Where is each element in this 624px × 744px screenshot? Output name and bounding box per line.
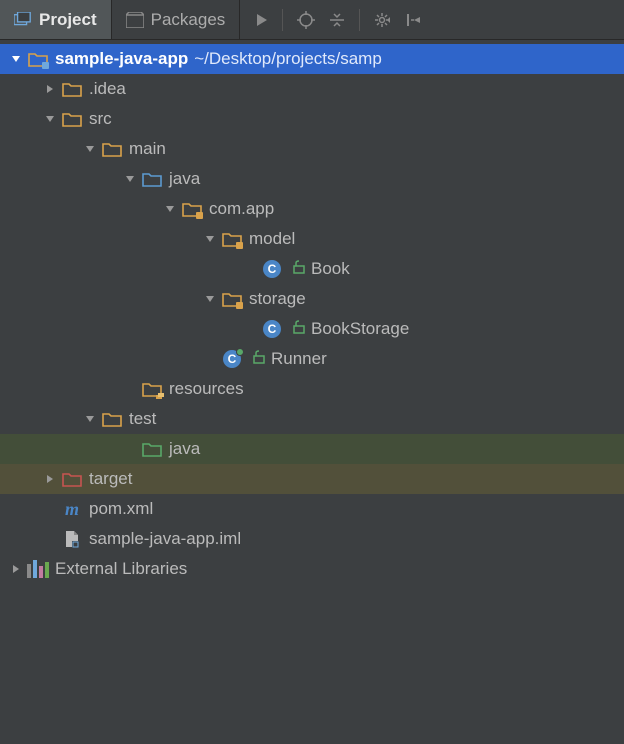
tree-item-target[interactable]: target [0,464,624,494]
tree-item-label: test [129,409,156,429]
class-icon: C [262,260,282,278]
test-folder-icon [142,440,162,458]
toolbar-separator [282,9,283,31]
tab-packages-label: Packages [151,10,226,30]
unlocked-icon [293,319,305,339]
tree-root-label: sample-java-app [55,49,188,69]
expand-arrow-icon[interactable] [82,411,98,427]
tree-item-bookstorage[interactable]: C BookStorage [0,314,624,344]
package-icon [182,200,202,218]
expand-arrow-icon[interactable] [202,231,218,247]
resources-folder-icon [142,380,162,398]
folder-icon [102,140,122,158]
tree-item-java-main[interactable]: java [0,164,624,194]
tab-project-label: Project [39,10,97,30]
folder-icon [102,410,122,428]
tree-item-label: Book [311,259,350,279]
expand-arrow-icon[interactable] [42,111,58,127]
tab-project[interactable]: Project [0,0,112,39]
source-folder-icon [142,170,162,188]
tree-item-resources[interactable]: resources [0,374,624,404]
unlocked-icon [293,259,305,279]
tree-item-label: target [89,469,132,489]
folder-icon [62,110,82,128]
tree-item-main[interactable]: main [0,134,624,164]
toolbar-separator [359,9,360,31]
expand-arrow-icon[interactable] [122,171,138,187]
project-tab-icon [14,12,32,28]
tree-item-idea[interactable]: .idea [0,74,624,104]
packages-tab-icon [126,12,144,28]
tree-item-label: Runner [271,349,327,369]
tree-item-book[interactable]: C Book [0,254,624,284]
tree-item-label: com.app [209,199,274,219]
tree-item-iml[interactable]: sample-java-app.iml [0,524,624,554]
tree-item-com-app[interactable]: com.app [0,194,624,224]
class-icon: C [262,320,282,338]
tree-item-pom[interactable]: m pom.xml [0,494,624,524]
file-icon [62,530,82,548]
tree-item-label: pom.xml [89,499,153,519]
expand-arrow-icon[interactable] [202,291,218,307]
maven-icon: m [62,500,82,518]
tree-item-java-test[interactable]: java [0,434,624,464]
runnable-class-icon: C [222,350,242,368]
gear-icon[interactable] [374,11,392,29]
expand-arrow-icon[interactable] [8,561,24,577]
expand-arrow-icon[interactable] [42,81,58,97]
library-icon [28,560,48,578]
folder-icon [62,80,82,98]
hide-icon[interactable] [406,12,422,28]
tree-item-label: External Libraries [55,559,187,579]
tree-item-label: BookStorage [311,319,409,339]
run-button-icon[interactable] [256,13,268,27]
tree-item-label: model [249,229,295,249]
folder-icon [28,50,48,68]
package-icon [222,290,242,308]
tree-item-model[interactable]: model [0,224,624,254]
tree-item-runner[interactable]: C Runner [0,344,624,374]
project-tree: sample-java-app ~/Desktop/projects/samp … [0,40,624,584]
toolbar-actions [240,0,432,39]
tree-root[interactable]: sample-java-app ~/Desktop/projects/samp [0,44,624,74]
tree-item-label: .idea [89,79,126,99]
tree-root-path: ~/Desktop/projects/samp [194,49,382,69]
tab-packages[interactable]: Packages [112,0,241,39]
collapse-icon[interactable] [329,12,345,28]
expand-arrow-icon[interactable] [42,471,58,487]
excluded-folder-icon [62,470,82,488]
target-icon[interactable] [297,11,315,29]
tree-item-label: resources [169,379,244,399]
tree-item-external-libraries[interactable]: External Libraries [0,554,624,584]
package-icon [222,230,242,248]
expand-arrow-icon[interactable] [82,141,98,157]
tree-item-label: storage [249,289,306,309]
tree-item-label: java [169,439,200,459]
expand-arrow-icon[interactable] [162,201,178,217]
project-toolbar: Project Packages [0,0,624,40]
tree-item-label: main [129,139,166,159]
tree-item-label: sample-java-app.iml [89,529,241,549]
tree-item-test[interactable]: test [0,404,624,434]
tree-item-storage[interactable]: storage [0,284,624,314]
unlocked-icon [253,349,265,369]
tree-item-src[interactable]: src [0,104,624,134]
expand-arrow-icon[interactable] [8,51,24,67]
tree-item-label: src [89,109,112,129]
tree-item-label: java [169,169,200,189]
